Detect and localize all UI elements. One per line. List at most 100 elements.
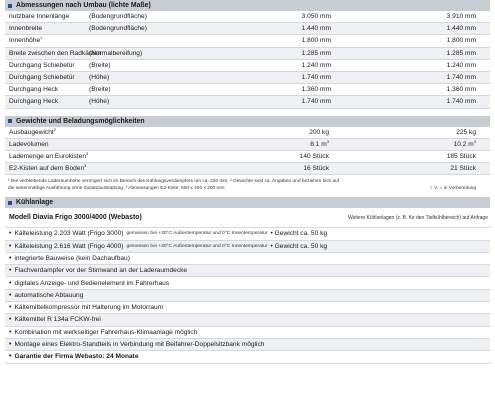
- feature-text: automatische Abtauung: [14, 291, 84, 299]
- feature-detail: gemessen bei +30°C Außentemperatur und 0…: [126, 231, 268, 237]
- table-row: Lademenge an Eurokisten3 140 Stück 185 Stü…: [5, 150, 490, 164]
- row-label: Durchgang Heck: [9, 98, 59, 106]
- cooling-header: Kühlanlage: [5, 197, 490, 209]
- feature-item: • Kältemittel R 134a FCKW-frei: [5, 314, 490, 327]
- feature-item: • Garantie der Firma Webasto: 24 Monate: [5, 351, 490, 364]
- row-note: (Höhe): [89, 74, 110, 82]
- feature-text: Flachverdampfer vor der Stirnwand an der…: [14, 267, 188, 275]
- weights-header: Gewichte und Beladungsmöglichkeiten: [5, 115, 490, 127]
- value-frigo-4000-cell: 185 Stück: [329, 153, 476, 160]
- row-note: (Bodengrundfläche): [89, 25, 147, 33]
- section-square-icon: [8, 200, 12, 205]
- value-frigo-3000-cell: 200 kg: [189, 129, 329, 136]
- row-label: Ladevolumen: [9, 140, 49, 148]
- row-label-cell: E2-Kisten auf dem Boden3: [5, 163, 189, 173]
- row-label: Ausbaugewicht: [9, 128, 54, 136]
- feature-weight: • Gewicht ca. 50 kg: [270, 230, 328, 238]
- value-frigo-3000-cell: 140 Stück: [189, 153, 329, 160]
- row-note: (Höhe): [89, 98, 110, 106]
- bullet-icon: •: [9, 279, 12, 287]
- row-label: E2-Kisten auf dem Boden: [9, 165, 85, 173]
- value-frigo-4000: 1.740 mm: [446, 74, 476, 82]
- row-label-cell: nutzbare Innenlänge: [5, 13, 89, 20]
- feature-text: Garantie der Firma Webasto: 24 Monate: [14, 353, 139, 361]
- weights-title: Gewichte und Beladungsmöglichkeiten: [16, 117, 145, 125]
- feature-item: • automatische Abtauung: [5, 289, 490, 303]
- value-frigo-4000: 225 kg: [456, 128, 476, 136]
- value-frigo-4000-cell: 21 Stück: [329, 165, 476, 172]
- table-row: Durchgang Heck (Höhe) 1.740 mm 1.740 mm: [5, 96, 490, 109]
- value-frigo-3000: 140 Stück: [299, 152, 329, 160]
- row-label: Durchgang Schiebetür: [9, 61, 75, 69]
- feature-detail: gemessen bei +30°C Außentemperatur und 0…: [126, 243, 268, 249]
- dimensions-header: Abmessungen nach Umbau (lichte Maße): [5, 0, 490, 11]
- bullet-icon: •: [9, 353, 12, 361]
- value-frigo-4000: 185 Stück: [446, 152, 476, 160]
- feature-text: Kältemittelkompressor mit Halterung im M…: [14, 304, 164, 312]
- bullet-icon: •: [9, 291, 12, 299]
- table-row: nutzbare Innenlänge (Bodengrundfläche) 3.0…: [5, 11, 490, 24]
- value-frigo-3000: 1.360 mm: [301, 86, 331, 94]
- section-square-icon: [8, 3, 12, 8]
- table-row: Innenbreite (Bodengrundfläche) 1.440 mm 1.4…: [5, 23, 490, 36]
- row-label-cell: Breite zwischen den Radkästen: [5, 50, 101, 57]
- row-label: Innenhöhe: [9, 37, 41, 45]
- dimensions-table: nutzbare Innenlänge (Bodengrundfläche) 3.0…: [5, 11, 490, 109]
- feature-text: integrierte Bauweise (kein Dachaufbau): [14, 254, 130, 262]
- footnote-legend: i. V. = in Vorbereitung: [430, 185, 476, 191]
- row-note: (Bodengrundfläche): [89, 13, 147, 21]
- model-note: Weitere Kühlanlagen (z. B. für den Tiefk…: [348, 214, 488, 221]
- spec-sheet: Abmessungen nach Umbau (lichte Maße) nut…: [5, 0, 490, 364]
- value-frigo-4000: 21 Stück: [450, 165, 476, 173]
- feature-item: • Montage eines Elektro-Standteils in Ver…: [5, 338, 490, 352]
- feature-item: • Kältemittelkompressor mit Halterung im …: [5, 302, 490, 315]
- footnote-ref: 3: [85, 150, 89, 156]
- footnote-ref: 2: [53, 126, 56, 132]
- row-label-cell: Durchgang Heck: [5, 86, 89, 93]
- value-frigo-4000: 1.440 mm: [446, 25, 476, 33]
- feature-text: Kältemittel R 134a FCKW-frei: [14, 316, 101, 324]
- row-label-cell: Durchgang Schiebetür: [5, 62, 89, 69]
- table-row: Ausbaugewicht2 200 kg 225 kg: [5, 127, 490, 139]
- dimensions-title: Abmessungen nach Umbau (lichte Maße): [16, 2, 151, 9]
- value-frigo-3000-cell: 16 Stück: [189, 165, 329, 172]
- value-frigo-4000-cell: 225 kg: [329, 129, 476, 136]
- feature-item: • Flachverdampfer vor der Stirnwand an de…: [5, 265, 490, 278]
- cooling-title: Kühlanlage: [16, 199, 54, 207]
- feature-text: Kombination mit werkseitiger Fahrerhaus-…: [14, 328, 198, 336]
- value-frigo-3000: 8.1 m: [310, 140, 327, 148]
- feature-list: • Kälteleistung 2.203 Watt (Frigo 3000) ge…: [5, 228, 490, 364]
- value-frigo-4000: 1.360 mm: [446, 86, 476, 94]
- row-note: (Normalbereifung): [89, 49, 143, 57]
- value-frigo-3000: 1.440 mm: [301, 25, 331, 33]
- value-frigo-4000: 10.2 m: [453, 140, 474, 148]
- value-frigo-3000-cell: 8.1 m3: [189, 139, 329, 148]
- value-frigo-3000: 1.800 mm: [301, 37, 331, 45]
- bullet-icon: •: [9, 316, 12, 324]
- feature-text: digitales Anzeige- und Bedienelement im …: [14, 279, 170, 287]
- value-frigo-3000: 1.740 mm: [301, 98, 331, 106]
- value-frigo-3000: 3.050 mm: [301, 13, 331, 21]
- feature-item: • integrierte Bauweise (kein Dachaufbau): [5, 253, 490, 266]
- feature-item: • Kälteleistung 2.616 Watt (Frigo 4000) ge…: [5, 240, 490, 253]
- row-label-cell: Durchgang Schiebetür: [5, 74, 89, 81]
- row-label: Durchgang Schiebetür: [9, 74, 75, 82]
- value-frigo-4000: 1.240 mm: [446, 61, 476, 69]
- value-frigo-3000: 1.740 mm: [301, 74, 331, 82]
- bullet-icon: •: [9, 328, 12, 336]
- row-label-cell: Innenbreite: [5, 25, 89, 32]
- value-frigo-4000: 1.800 mm: [446, 37, 476, 45]
- model-row: Modell Diavia Frigo 3000/4000 (Webasto) …: [5, 208, 490, 229]
- footnote-line: die serienmäßige Ausführung ohne Zusatza…: [8, 185, 225, 191]
- row-label: Innenbreite: [9, 25, 42, 33]
- bullet-icon: •: [9, 254, 12, 262]
- row-label: nutzbare Innenlänge: [9, 13, 70, 21]
- row-label: Lademenge an Eurokisten: [9, 152, 86, 160]
- bullet-icon: •: [9, 242, 12, 250]
- table-row: Durchgang Heck (Breite) 1.360 mm 1.360 mm: [5, 84, 490, 97]
- bullet-icon: •: [9, 230, 12, 238]
- table-row: Durchgang Schiebetür (Breite) 1.240 mm 1.24…: [5, 60, 490, 72]
- row-label-cell: Lademenge an Eurokisten3: [5, 150, 189, 160]
- model-title: Modell Diavia Frigo 3000/4000 (Webasto): [9, 214, 142, 222]
- table-row: E2-Kisten auf dem Boden3 16 Stück 21 Stück: [5, 163, 490, 176]
